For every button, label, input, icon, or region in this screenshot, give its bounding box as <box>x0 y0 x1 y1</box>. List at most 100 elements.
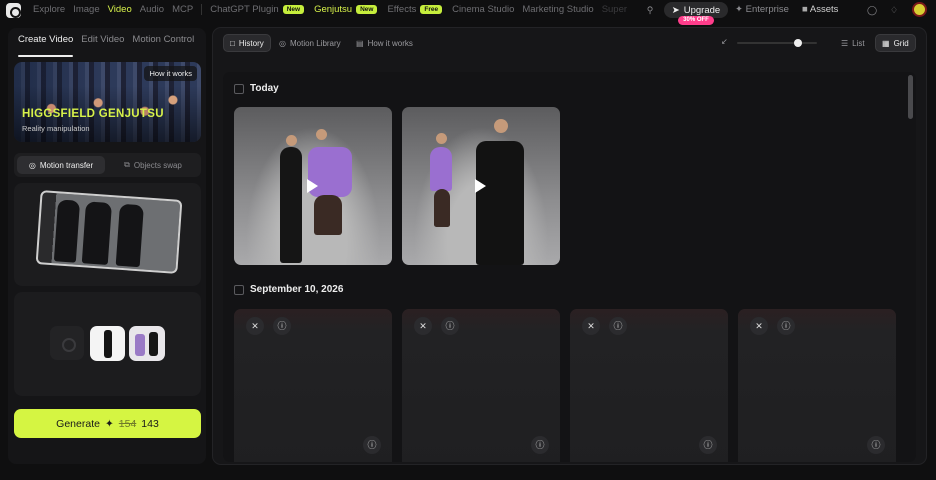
nav-genjutsu[interactable]: Genjutsu <box>314 4 352 15</box>
grid-label: Grid <box>893 38 909 48</box>
tab-create-video[interactable]: Create Video <box>18 34 73 45</box>
tab-motion-control[interactable]: Motion Control <box>132 34 194 45</box>
play-icon[interactable] <box>475 179 486 193</box>
figure <box>476 141 524 265</box>
nav-explore[interactable]: Explore <box>33 4 65 15</box>
objects-swap-button[interactable]: ⧉ Objects swap <box>109 156 197 174</box>
main-nav: Explore Image Video Audio MCP ChatGPT Pl… <box>33 4 635 15</box>
section-today: Today <box>234 83 279 94</box>
info-icon[interactable]: ⓘ <box>363 436 381 454</box>
enterprise-link[interactable]: ✦ Enterprise <box>735 4 789 15</box>
motion-reference-thumbnail <box>35 190 183 274</box>
nav-mcp[interactable]: MCP <box>172 4 193 15</box>
zoom-slider[interactable] <box>737 42 817 44</box>
zoom-slider-handle[interactable] <box>794 39 802 47</box>
how-it-works-label: How it works <box>367 38 413 48</box>
tab-edit-video[interactable]: Edit Video <box>81 34 124 45</box>
generating-card[interactable]: ✕ ⓘ ⓘ <box>738 309 896 462</box>
nav-super[interactable]: Super <box>602 4 627 15</box>
figure-head <box>436 133 447 144</box>
info-icon[interactable]: ⓘ <box>531 436 549 454</box>
user-icon[interactable]: ◯ <box>866 4 878 16</box>
section-title: September 10, 2026 <box>250 284 344 295</box>
scrollbar-thumb[interactable] <box>908 75 913 119</box>
objects-swap-label: Objects swap <box>133 160 182 170</box>
history-grid: Today September 10, 2026 ✕ ⓘ ⓘ ✕ ⓘ ⓘ ✕ ⓘ… <box>223 72 916 462</box>
motion-icon: ◎ <box>279 38 286 48</box>
free-badge: Free <box>420 5 443 14</box>
nav-cinema-studio[interactable]: Cinema Studio <box>452 4 514 15</box>
section-date: September 10, 2026 <box>234 284 343 295</box>
avatar[interactable] <box>912 2 927 17</box>
shrink-icon[interactable]: ↙ <box>721 37 728 46</box>
new-badge: New <box>356 5 378 14</box>
grid-view-button[interactable]: ▦ Grid <box>875 34 916 52</box>
info-icon[interactable]: ⓘ <box>441 317 459 335</box>
cost: 143 <box>141 417 159 430</box>
bell-icon[interactable]: ♢ <box>888 4 900 16</box>
video-card[interactable] <box>402 107 560 265</box>
figure <box>115 203 144 268</box>
tab-motion-library[interactable]: ◎ Motion Library <box>273 34 347 52</box>
info-icon[interactable]: ⓘ <box>699 436 717 454</box>
nav-effects[interactable]: Effects <box>387 4 416 15</box>
scrollbar[interactable] <box>908 73 914 461</box>
nav-marketing-studio[interactable]: Marketing Studio <box>522 4 593 15</box>
cancel-icon[interactable]: ✕ <box>414 317 432 335</box>
generating-card[interactable]: ✕ ⓘ ⓘ <box>234 309 392 462</box>
upgrade-label: Upgrade <box>683 4 721 16</box>
swap-icon: ⧉ <box>124 160 130 169</box>
generating-card[interactable]: ✕ ⓘ ⓘ <box>402 309 560 462</box>
enterprise-label: Enterprise <box>745 4 789 15</box>
nav-image[interactable]: Image <box>73 4 99 15</box>
figure <box>314 195 342 235</box>
cancel-icon[interactable]: ✕ <box>750 317 768 335</box>
new-badge: New <box>282 5 305 14</box>
info-icon[interactable]: ⓘ <box>777 317 795 335</box>
info-icon[interactable]: ⓘ <box>609 317 627 335</box>
list-label: List <box>852 38 865 48</box>
character-thumbnail[interactable] <box>90 326 125 361</box>
discount-badge: 30% OFF <box>678 16 714 25</box>
motion-video-upload[interactable] <box>14 183 201 286</box>
assets-link[interactable]: ■ Assets <box>802 4 838 15</box>
nav-audio[interactable]: Audio <box>140 4 164 15</box>
play-icon[interactable] <box>307 179 318 193</box>
genjutsu-hero-banner[interactable]: How it works HIGGSFIELD GENJUTSU Reality… <box>14 62 201 142</box>
how-it-works-button[interactable]: How it works <box>144 66 197 81</box>
nav-divider <box>201 4 203 15</box>
character-picker <box>14 292 201 396</box>
tab-how-it-works[interactable]: ▤ How it works <box>350 34 419 52</box>
motion-library-label: Motion Library <box>289 38 341 48</box>
folder-icon: □ <box>230 38 235 48</box>
hero-subtitle: Reality manipulation <box>22 124 90 133</box>
figure <box>430 147 452 191</box>
motion-transfer-button[interactable]: ◎ Motion transfer <box>17 156 105 174</box>
search-icon[interactable]: ⚲ <box>644 4 656 16</box>
app-logo-icon[interactable] <box>6 3 21 18</box>
tab-history[interactable]: □ History <box>223 34 271 52</box>
select-all-checkbox[interactable] <box>234 83 244 94</box>
figure <box>53 199 81 263</box>
video-card[interactable] <box>234 107 392 265</box>
character-thumbnail[interactable] <box>129 326 165 361</box>
motion-transfer-label: Motion transfer <box>39 160 94 170</box>
nav-chatgpt-plugin[interactable]: ChatGPT Plugin <box>210 4 278 15</box>
assets-label: Assets <box>809 4 839 15</box>
generate-button[interactable]: Generate ✦ 154 143 <box>14 409 201 438</box>
cancel-icon[interactable]: ✕ <box>582 317 600 335</box>
cancel-icon[interactable]: ✕ <box>246 317 264 335</box>
section-title: Today <box>250 83 279 94</box>
active-tab-underline <box>18 55 73 57</box>
info-icon[interactable]: ⓘ <box>867 436 885 454</box>
info-icon[interactable]: ⓘ <box>273 317 291 335</box>
empty-slot-icon[interactable] <box>50 326 84 360</box>
top-bar: Explore Image Video Audio MCP ChatGPT Pl… <box>0 0 936 25</box>
list-view-button[interactable]: ☰ List <box>835 34 871 52</box>
folder-icon: ■ <box>802 4 808 15</box>
motion-icon: ◎ <box>28 160 36 170</box>
create-tabs: Create Video Edit Video Motion Control <box>18 34 194 45</box>
generating-card[interactable]: ✕ ⓘ ⓘ <box>570 309 728 462</box>
select-all-checkbox[interactable] <box>234 284 244 295</box>
nav-video[interactable]: Video <box>108 4 132 15</box>
